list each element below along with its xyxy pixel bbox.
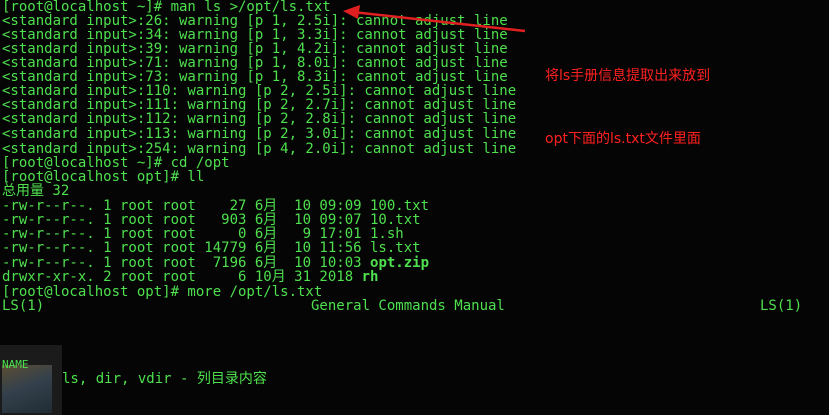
terminal-line-warning: <standard input>:112: warning [p 2, 2.8i… — [2, 111, 517, 127]
terminal-window[interactable]: [root@localhost ~]# man ls >/opt/ls.txt … — [0, 0, 829, 415]
file-name-opt-zip: opt.zip — [370, 255, 430, 271]
terminal-line-command-more: [root@localhost opt]# more /opt/ls.txt — [2, 284, 323, 300]
annotation-note: 将ls手册信息提取出来放到 opt下面的ls.txt文件里面 — [545, 24, 805, 192]
annotation-line: 将ls手册信息提取出来放到 — [545, 68, 711, 84]
file-listing-prefix: drwxr-xr-x. 2 root root 6 10月 31 2018 — [2, 269, 362, 285]
man-name-description: ls, dir, vdir - 列目录内容 — [62, 371, 267, 387]
directory-name-rh: rh — [361, 269, 379, 285]
annotation-line: opt下面的ls.txt文件里面 — [545, 131, 701, 147]
thumbnail-image — [2, 365, 52, 413]
file-listing-row: -rw-r--r--. 1 root root 14779 6月 10 11:5… — [2, 240, 421, 256]
man-header-right: LS(1) — [760, 298, 803, 314]
file-listing-row: drwxr-xr-x. 2 root root 6 10月 31 2018 rh — [2, 270, 378, 285]
man-header-left: LS(1) — [2, 298, 45, 314]
man-header-center: General Commands Manual — [311, 298, 505, 314]
terminal-line-total: 总用量 32 — [2, 183, 70, 199]
terminal-line-warning: <standard input>:113: warning [p 2, 3.0i… — [2, 126, 517, 142]
man-page-header: LS(1) General Commands Manual LS(1) — [2, 299, 808, 314]
thumbnail-overlay — [0, 345, 62, 415]
man-section-name: NAME — [2, 358, 29, 371]
